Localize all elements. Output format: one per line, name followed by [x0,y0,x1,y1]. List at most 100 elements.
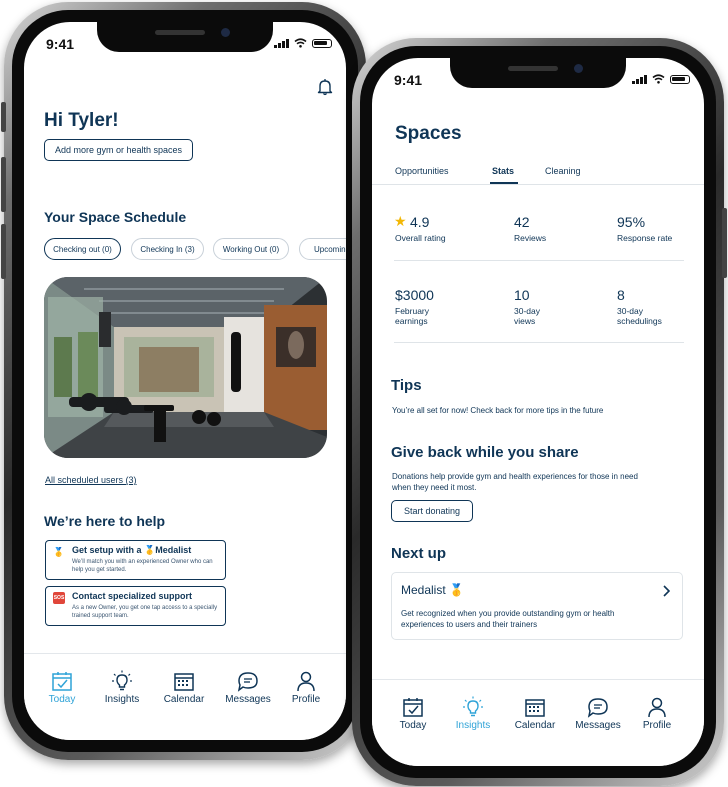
tabs-divider [372,184,704,185]
right-phone: 9:41 Spaces Opportunities Stats Cleaning… [352,38,727,786]
help-title: We’re here to help [44,513,166,529]
stat-value: 8 [617,287,625,303]
add-spaces-button[interactable]: Add more gym or health spaces [44,139,193,161]
nav-insights[interactable]: Insights [92,670,152,705]
give-back-title: Give back while you share [391,444,579,461]
medalist-card[interactable]: Medalist 🥇 Get recognized when you provi… [391,572,683,640]
star-icon: ★ [394,213,407,229]
bottom-nav: Today Insights Calendar Messages Profile [24,653,346,740]
tab-cleaning[interactable]: Cleaning [545,166,581,176]
battery-icon [312,39,332,48]
help-card-desc: We’ll match you with an experienced Owne… [72,559,213,573]
nav-label: Today [48,694,76,705]
bell-icon[interactable] [317,78,333,96]
wifi-icon [294,38,307,48]
nav-profile[interactable]: Profile [627,696,687,731]
volume-up-button [1,157,6,212]
mute-switch [1,102,6,132]
start-donating-button[interactable]: Start donating [391,500,473,522]
tab-stats[interactable]: Stats [492,166,514,176]
give-back-text: Donations help provide gym and health ex… [392,472,638,492]
nav-label: Insights [455,720,491,731]
medalist-card-desc: Get recognized when you provide outstand… [401,609,615,629]
sos-icon: SOS [53,592,65,604]
status-time: 9:41 [46,36,75,52]
stat-value: 42 [514,214,530,230]
stat-label: Reviews [514,233,547,243]
stat-label: Overall rating [395,233,446,243]
stats-divider [394,260,684,261]
calendar-icon [174,673,194,691]
stat-label: Response rate [617,233,673,243]
nav-insights[interactable]: Insights [443,696,503,731]
status-icons [274,38,332,48]
chevron-right-icon [663,585,670,597]
filter-checking-out[interactable]: Checking out (0) [44,238,121,260]
nav-label: Messages [225,694,271,705]
nav-messages[interactable]: Messages [568,696,628,731]
nav-calendar[interactable]: Calendar [505,696,565,731]
tab-opportunities[interactable]: Opportunities [395,166,449,176]
status-icons [632,74,690,84]
greeting-title: Hi Tyler! [44,110,119,131]
nav-label: Messages [575,720,621,731]
nav-label: Calendar [514,720,556,731]
calendar-check-icon [403,698,423,717]
nav-label: Calendar [163,694,205,705]
left-phone: 9:41 Hi Tyler! Add more gym or health sp… [1,2,366,760]
calendar-icon [525,699,545,717]
filter-checking-in[interactable]: Checking In (3) [131,238,204,260]
stat-value: 4.9 [410,214,430,230]
page-title: Spaces [395,123,462,144]
nav-label: Today [399,720,427,731]
gym-space-photo[interactable] [44,277,327,458]
notch [97,22,273,52]
help-card-medalist[interactable]: 🥇 Get setup with a 🥇Medalist We’ll match… [45,540,226,580]
medalist-card-title: Medalist 🥇 [401,583,464,597]
calendar-check-icon [52,672,72,691]
nav-label: Profile [642,720,672,731]
left-screen: 9:41 Hi Tyler! Add more gym or health sp… [24,22,346,740]
person-icon [297,671,315,691]
nav-today[interactable]: Today [32,670,92,705]
filter-upcoming[interactable]: Upcoming [299,238,346,260]
nav-calendar[interactable]: Calendar [154,670,214,705]
stat-label: 30-day schedulings [617,306,662,326]
all-scheduled-users-link[interactable]: All scheduled users (3) [45,475,137,485]
bottom-nav: Today Insights Calendar Messages Profile [372,679,704,766]
medal-icon: 🥇 [53,547,65,557]
help-card-desc: As a new Owner, you get one tap access t… [72,605,218,619]
stats-divider [394,342,684,343]
chat-icon [587,697,608,718]
volume-down-button [1,224,6,279]
stat-value: $3000 [395,287,434,303]
help-card-support[interactable]: SOS Contact specialized support As a new… [45,586,226,626]
signal-icon [274,39,289,48]
tips-title: Tips [391,377,422,394]
nav-today[interactable]: Today [383,696,443,731]
schedule-title: Your Space Schedule [44,209,187,225]
next-up-title: Next up [391,545,447,562]
filter-working-out[interactable]: Working Out (0) [213,238,289,260]
tips-text: You’re all set for now! Check back for m… [392,406,604,415]
nav-messages[interactable]: Messages [218,670,278,705]
nav-label: Insights [104,694,140,705]
power-button [722,208,727,278]
person-icon [648,697,666,717]
lightbulb-icon [112,670,132,691]
chat-icon [237,671,258,692]
right-screen: 9:41 Spaces Opportunities Stats Cleaning… [372,58,704,766]
stat-label: February earnings [395,306,430,326]
status-time: 9:41 [394,72,423,88]
lightbulb-icon [463,696,483,717]
nav-label: Profile [291,694,321,705]
stat-label: 30-day views [514,306,540,326]
stat-value: 10 [514,287,530,303]
battery-icon [670,75,690,84]
stat-value: 95% [617,214,646,230]
notch [450,58,626,88]
help-card-title: Get setup with a 🥇Medalist [72,545,192,555]
nav-profile[interactable]: Profile [276,670,336,705]
wifi-icon [652,74,665,84]
signal-icon [632,75,647,84]
